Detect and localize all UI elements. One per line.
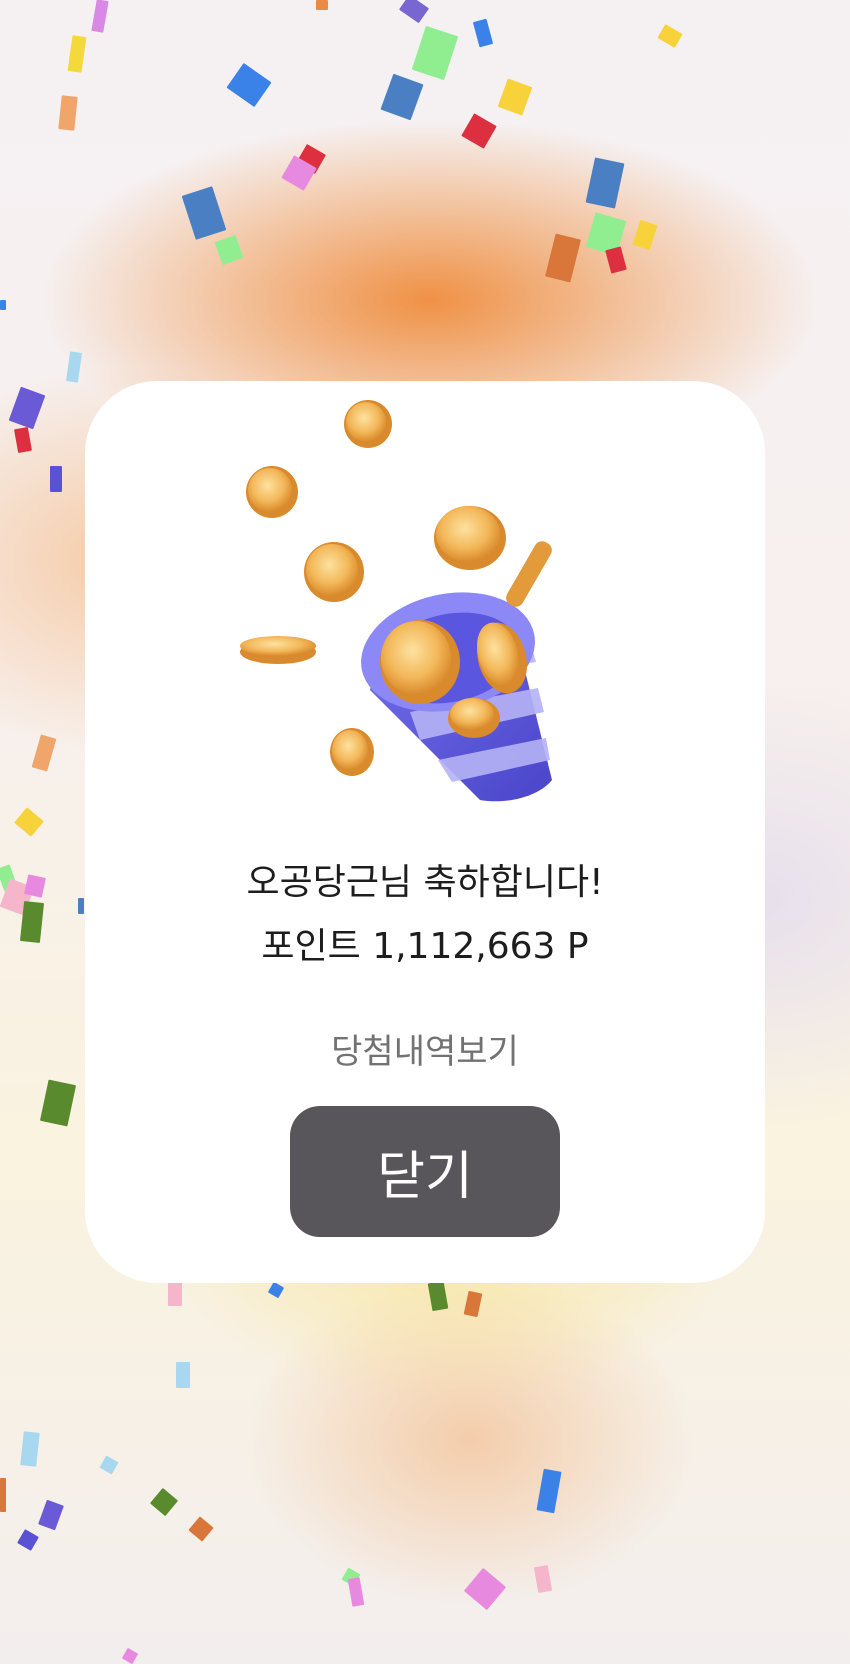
party-popper-coins-icon xyxy=(240,400,552,802)
confetti-piece xyxy=(380,73,424,121)
confetti-piece xyxy=(585,157,625,209)
confetti-piece xyxy=(411,25,459,81)
confetti-piece xyxy=(17,1529,39,1551)
confetti-piece xyxy=(472,18,494,48)
confetti-piece xyxy=(176,1362,190,1388)
confetti-piece xyxy=(78,898,84,914)
confetti-piece xyxy=(0,1478,6,1512)
confetti-piece xyxy=(58,95,78,131)
confetti-piece xyxy=(545,233,581,283)
confetti-piece xyxy=(536,1468,562,1514)
winning-history-link[interactable]: 당첨내역보기 xyxy=(85,1030,765,1074)
confetti-piece xyxy=(188,1516,214,1542)
confetti-piece xyxy=(8,386,46,430)
confetti-piece xyxy=(0,300,6,310)
confetti-piece xyxy=(497,78,533,116)
congratulations-title: 오공당근님 축하합니다! xyxy=(246,862,604,903)
confetti-piece xyxy=(14,807,44,837)
confetti-piece xyxy=(121,1647,139,1664)
confetti-piece xyxy=(31,734,57,772)
close-button[interactable]: 닫기 xyxy=(290,1106,560,1237)
confetti-piece xyxy=(632,219,658,251)
confetti-piece xyxy=(226,62,272,108)
confetti-piece xyxy=(14,426,32,454)
confetti-piece xyxy=(347,1577,365,1607)
confetti-piece xyxy=(168,1280,182,1306)
confetti-piece xyxy=(214,234,244,266)
confetti-piece xyxy=(267,1281,285,1299)
confetti-piece xyxy=(461,113,497,149)
confetti-piece xyxy=(38,1499,64,1531)
confetti-piece xyxy=(657,24,683,48)
confetti-piece xyxy=(24,874,46,898)
confetti-piece xyxy=(463,1567,507,1611)
confetti-piece xyxy=(91,0,109,33)
confetti-piece xyxy=(39,1079,77,1127)
confetti-piece xyxy=(427,1280,449,1312)
party-popper xyxy=(361,592,552,802)
confetti-piece xyxy=(533,1564,553,1594)
confetti-piece xyxy=(463,1290,483,1318)
confetti-piece xyxy=(316,0,328,10)
confetti-piece xyxy=(181,186,227,240)
confetti-piece xyxy=(149,1487,179,1517)
confetti-piece xyxy=(605,246,627,274)
confetti-piece xyxy=(99,1455,119,1475)
confetti-piece xyxy=(20,1431,40,1467)
confetti-piece xyxy=(65,351,83,383)
confetti-piece xyxy=(67,35,87,73)
confetti-piece xyxy=(399,0,429,24)
confetti-piece xyxy=(19,901,45,943)
confetti-piece xyxy=(50,466,62,492)
points-amount: 포인트 1,112,663 P xyxy=(261,926,589,967)
